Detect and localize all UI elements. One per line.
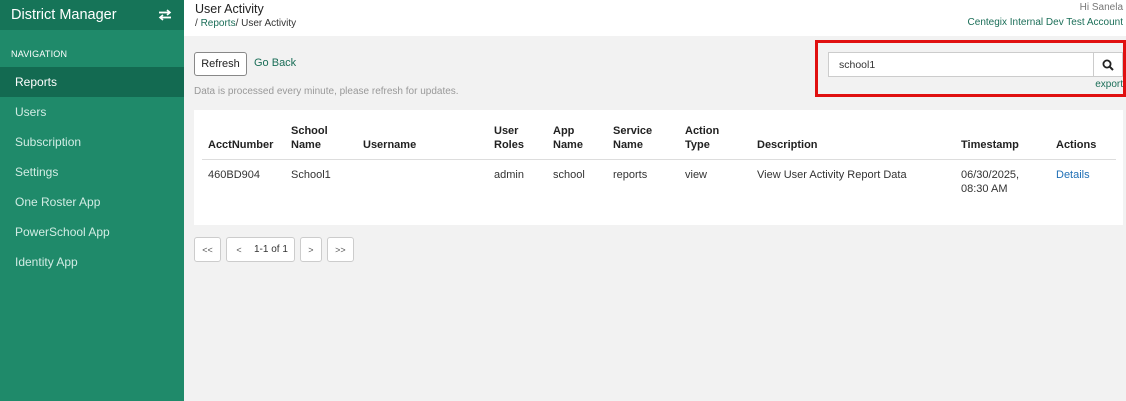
sidebar-item-powerschool-app[interactable]: PowerSchool App <box>0 217 184 247</box>
pagination: << < 1-1 of 1 > >> <box>194 237 354 262</box>
column-header-username[interactable]: Username <box>357 124 488 160</box>
column-header-acctnumber[interactable]: AcctNumber <box>202 124 285 160</box>
sidebar-item-subscription[interactable]: Subscription <box>0 127 184 157</box>
sidebar-header: District Manager <box>0 0 184 30</box>
swap-arrows-icon[interactable] <box>158 9 172 21</box>
column-header-actions: Actions <box>1050 124 1116 160</box>
timestamp-time: 08:30 AM <box>961 183 1008 195</box>
page-title: User Activity <box>195 2 264 16</box>
table-row: 460BD904 School1 admin school reports vi… <box>202 160 1116 201</box>
first-page-button[interactable]: << <box>194 237 221 262</box>
column-header-description[interactable]: Description <box>751 124 955 160</box>
breadcrumb-current: User Activity <box>241 18 297 29</box>
prev-page-button[interactable]: < <box>230 239 248 260</box>
cell-app-name: school <box>553 169 585 181</box>
refresh-notice: Data is processed every minute, please r… <box>194 86 459 97</box>
table-header-row: AcctNumber School Name Username User Rol… <box>202 124 1116 160</box>
page-info-group: < 1-1 of 1 <box>226 237 295 262</box>
refresh-button[interactable]: Refresh <box>194 52 247 76</box>
cell-acctnumber: 460BD904 <box>208 169 260 181</box>
account-name[interactable]: Centegix Internal Dev Test Account <box>968 17 1123 28</box>
last-page-button[interactable]: >> <box>326 237 354 262</box>
page-header: User Activity / Reports/ User Activity H… <box>184 0 1126 36</box>
column-header-service-name[interactable]: Service Name <box>607 124 679 160</box>
breadcrumb: / Reports/ User Activity <box>195 18 296 29</box>
cell-description: View User Activity Report Data <box>757 169 907 181</box>
details-link[interactable]: Details <box>1056 169 1090 181</box>
app-title: District Manager <box>11 7 117 23</box>
next-page-button[interactable]: > <box>299 237 322 262</box>
sidebar-item-identity-app[interactable]: Identity App <box>0 247 184 277</box>
cell-action-type: view <box>685 169 708 181</box>
cell-timestamp: 06/30/2025, 08:30 AM <box>955 160 1050 201</box>
column-header-app-name[interactable]: App Name <box>547 124 607 160</box>
cell-user-roles: admin <box>494 169 524 181</box>
column-header-action-type[interactable]: Action Type <box>679 124 751 160</box>
page-info: 1-1 of 1 <box>254 244 288 255</box>
cell-service-name: reports <box>613 169 648 181</box>
column-header-timestamp[interactable]: Timestamp <box>955 124 1050 160</box>
navigation-label: NAVIGATION <box>11 49 68 59</box>
search-button[interactable] <box>1093 52 1123 77</box>
sidebar: District Manager NAVIGATION Reports User… <box>0 0 184 401</box>
cell-username <box>357 160 488 201</box>
sidebar-item-one-roster-app[interactable]: One Roster App <box>0 187 184 217</box>
cell-actions: Details <box>1050 160 1116 201</box>
column-header-school-name[interactable]: School Name <box>285 124 357 160</box>
export-link[interactable]: export <box>1095 79 1123 90</box>
timestamp-date: 06/30/2025, <box>961 169 1020 181</box>
cell-school-name: School1 <box>291 169 331 181</box>
search-icon <box>1102 59 1114 71</box>
sidebar-item-settings[interactable]: Settings <box>0 157 184 187</box>
go-back-link[interactable]: Go Back <box>254 57 296 69</box>
breadcrumb-reports-link[interactable]: Reports <box>201 18 236 29</box>
user-greeting: Hi Sanela <box>1079 2 1123 13</box>
activity-table: AcctNumber School Name Username User Rol… <box>202 124 1116 200</box>
search-input[interactable] <box>828 52 1094 77</box>
results-card: AcctNumber School Name Username User Rol… <box>194 110 1123 225</box>
sidebar-item-users[interactable]: Users <box>0 97 184 127</box>
sidebar-item-reports[interactable]: Reports <box>0 67 184 97</box>
column-header-user-roles[interactable]: User Roles <box>488 124 547 160</box>
